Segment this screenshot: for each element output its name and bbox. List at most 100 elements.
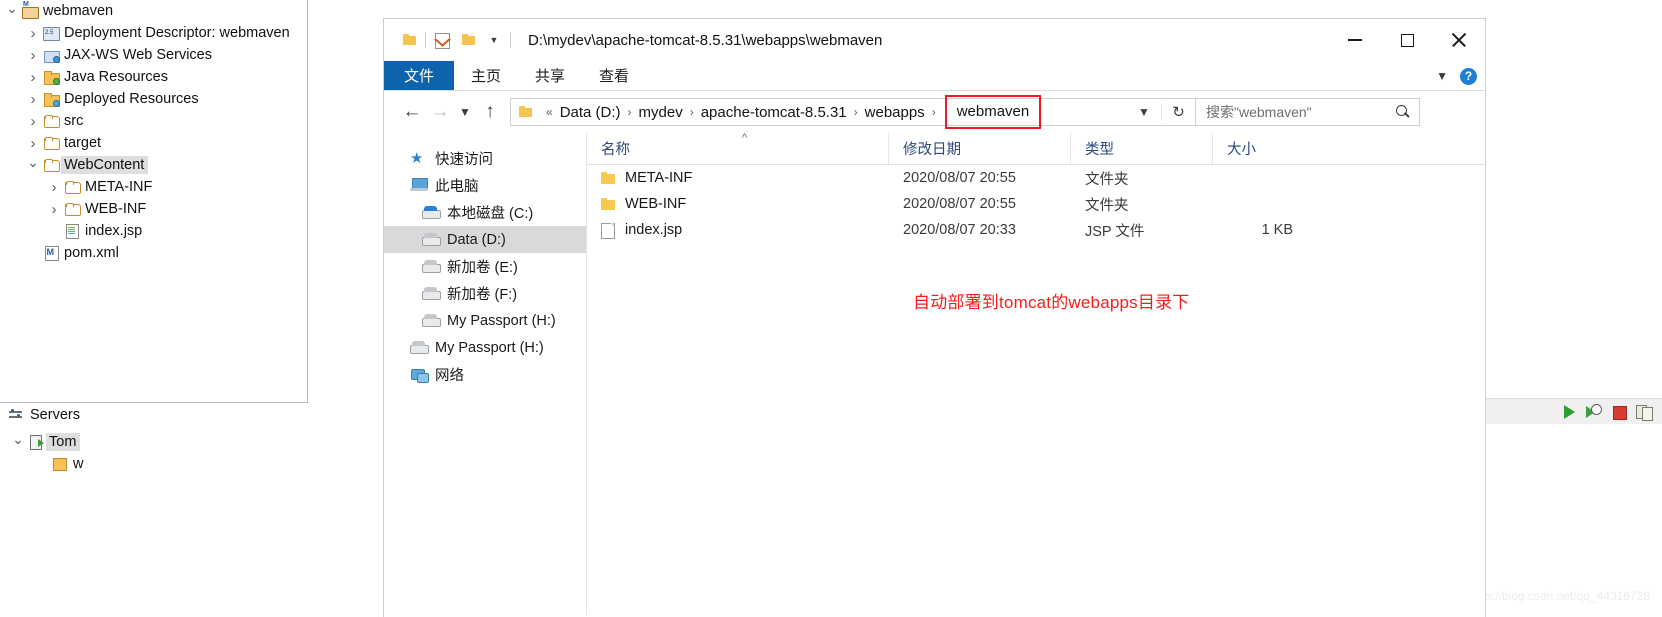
chevron-right-icon[interactable]	[25, 70, 41, 85]
file-row-name-cell: WEB-INF	[587, 196, 889, 212]
nav-pane-item-label: My Passport (H:)	[447, 312, 556, 329]
chevron-right-icon[interactable]	[25, 136, 41, 151]
new-folder-icon[interactable]	[455, 27, 481, 53]
ribbon-tab-0[interactable]: 文件	[384, 61, 455, 90]
nav-pane-item[interactable]: 此电脑	[384, 172, 586, 199]
project-tree-item[interactable]: WebContent	[0, 154, 307, 176]
file-row[interactable]: index.jsp 2020/08/07 20:33 JSP 文件 1 KB	[587, 217, 1485, 243]
project-tree-item[interactable]: webmaven	[0, 0, 307, 22]
chevron-down-icon[interactable]	[4, 4, 20, 19]
maximize-button[interactable]	[1381, 19, 1433, 61]
nav-pane-item[interactable]: 新加卷 (E:)	[384, 253, 586, 280]
address-bar: ← → ▼ ↑ « Data (D:) › mydev › apache-tomcat-…	[384, 91, 1485, 133]
project-tree-item[interactable]: Deployed Resources	[0, 88, 307, 110]
navigation-pane: ★ 快速访问 此电脑 本地磁盘 (C:) Data (D:) 新加卷 (E:) 新加卷 (F…	[384, 133, 587, 615]
refresh-icon[interactable]: ↻	[1161, 103, 1195, 121]
properties-icon[interactable]	[429, 27, 455, 53]
breadcrumb-item[interactable]: apache-tomcat-8.5.31	[701, 104, 847, 121]
search-icon[interactable]	[1395, 104, 1411, 120]
drive-icon	[422, 260, 444, 273]
file-row-date: 2020/08/07 20:55	[903, 196, 1016, 212]
project-tree-item[interactable]: target	[0, 132, 307, 154]
web-module-icon	[50, 457, 70, 471]
help-icon[interactable]: ?	[1460, 67, 1477, 85]
breadcrumb-item[interactable]: Data (D:)	[560, 104, 621, 121]
chevron-down-icon[interactable]	[25, 158, 41, 173]
nav-pane-item[interactable]: My Passport (H:)	[384, 334, 586, 361]
servers-view-tab[interactable]: Servers	[0, 403, 80, 427]
column-header-c-size[interactable]: 大小	[1213, 133, 1309, 165]
file-row-name: WEB-INF	[625, 196, 687, 212]
file-row[interactable]: WEB-INF 2020/08/07 20:55 文件夹	[587, 191, 1485, 217]
debug-history-icon[interactable]	[1586, 403, 1602, 420]
file-row-type: 文件夹	[1085, 171, 1129, 188]
chevron-right-icon[interactable]	[25, 26, 41, 41]
up-arrow-icon[interactable]: ↑	[476, 98, 504, 126]
file-list-pane: 名称 修改日期 类型 大小 ^ META-INF 2020/08/07 20:55 文件夹 W…	[587, 132, 1485, 615]
chevron-right-icon[interactable]	[25, 48, 41, 63]
breadcrumb-separator-icon[interactable]: ›	[628, 105, 632, 119]
forward-arrow-icon[interactable]: →	[426, 98, 454, 126]
file-row[interactable]: META-INF 2020/08/07 20:55 文件夹	[587, 165, 1485, 191]
ribbon-tab-1[interactable]: 主页	[454, 61, 518, 90]
ribbon-tab-3[interactable]: 查看	[582, 61, 646, 90]
chevron-right-icon[interactable]	[46, 202, 62, 217]
column-header-c-date[interactable]: 修改日期	[889, 132, 1071, 165]
project-tree-item[interactable]: index.jsp	[0, 220, 307, 242]
network-icon	[410, 367, 432, 383]
breadcrumb-separator-icon[interactable]: ›	[932, 105, 936, 119]
breadcrumb-separator-icon[interactable]: ›	[690, 105, 694, 119]
drive-icon	[422, 314, 444, 327]
chevron-right-icon[interactable]	[25, 92, 41, 107]
copy-icon[interactable]	[1636, 404, 1653, 421]
breadcrumb-overflow[interactable]: «	[546, 105, 553, 119]
breadcrumb-item[interactable]: mydev	[639, 104, 683, 121]
breadcrumb-bar[interactable]: « Data (D:) › mydev › apache-tomcat-8.5.31 › w…	[510, 95, 1196, 129]
nav-pane-item-label: Data (D:)	[447, 231, 506, 248]
breadcrumb-current-label: webmaven	[956, 103, 1030, 120]
back-arrow-icon[interactable]: ←	[398, 98, 426, 126]
folder-icon[interactable]	[396, 27, 422, 53]
chevron-down-icon[interactable]	[10, 435, 26, 450]
recent-locations-chevron-icon[interactable]: ▼	[454, 98, 476, 126]
folder-icon	[601, 197, 625, 211]
nav-pane-item[interactable]: My Passport (H:)	[384, 307, 586, 334]
explorer-titlebar: ▼ D:\mydev\apache-tomcat-8.5.31\webapps\…	[384, 19, 1485, 61]
servers-tree-item-label: w	[73, 456, 84, 472]
breadcrumb-separator-icon[interactable]: ›	[854, 105, 858, 119]
project-tree-item[interactable]: JAX-WS Web Services	[0, 44, 307, 66]
project-tree-item-label: Deployment Descriptor: webmaven	[64, 25, 290, 41]
chevron-down-icon[interactable]: ▼	[1127, 105, 1161, 119]
search-input[interactable]: 搜索"webmaven"	[1206, 102, 1395, 122]
chevron-right-icon[interactable]	[46, 180, 62, 195]
stop-icon[interactable]	[1611, 404, 1627, 420]
breadcrumb-current-highlight[interactable]: webmaven	[944, 95, 1042, 129]
project-tree-item-label: webmaven	[43, 3, 114, 19]
search-box[interactable]: 搜索"webmaven"	[1196, 98, 1420, 126]
project-tree-item[interactable]: WEB-INF	[0, 198, 307, 220]
customize-caret-icon[interactable]: ▼	[481, 27, 507, 53]
nav-pane-item[interactable]: ★ 快速访问	[384, 145, 586, 172]
project-tree-item[interactable]: Deployment Descriptor: webmaven	[0, 22, 307, 44]
nav-pane-item[interactable]: 新加卷 (F:)	[384, 280, 586, 307]
project-tree-item[interactable]: META-INF	[0, 176, 307, 198]
drive-icon	[422, 287, 444, 300]
project-tree-item[interactable]: Java Resources	[0, 66, 307, 88]
servers-tree-item[interactable]: Tom	[0, 431, 308, 453]
breadcrumb-item[interactable]: webapps	[865, 104, 925, 121]
run-icon[interactable]	[1561, 404, 1577, 420]
project-tree-item[interactable]: pom.xml	[0, 242, 307, 264]
chevron-down-icon[interactable]: ▼	[1436, 69, 1448, 83]
nav-pane-item-label: 网络	[435, 368, 464, 384]
column-header-c-name[interactable]: 名称	[587, 132, 889, 165]
column-header-c-type[interactable]: 类型	[1071, 132, 1213, 165]
minimize-button[interactable]	[1329, 19, 1381, 61]
nav-pane-item[interactable]: 本地磁盘 (C:)	[384, 199, 586, 226]
ribbon-tab-2[interactable]: 共享	[518, 61, 582, 90]
nav-pane-item[interactable]: 网络	[384, 361, 586, 388]
servers-tree-item[interactable]: w	[0, 453, 308, 475]
nav-pane-item[interactable]: Data (D:)	[384, 226, 586, 253]
close-button[interactable]	[1433, 19, 1485, 61]
chevron-right-icon[interactable]	[25, 114, 41, 129]
project-tree-item[interactable]: src	[0, 110, 307, 132]
